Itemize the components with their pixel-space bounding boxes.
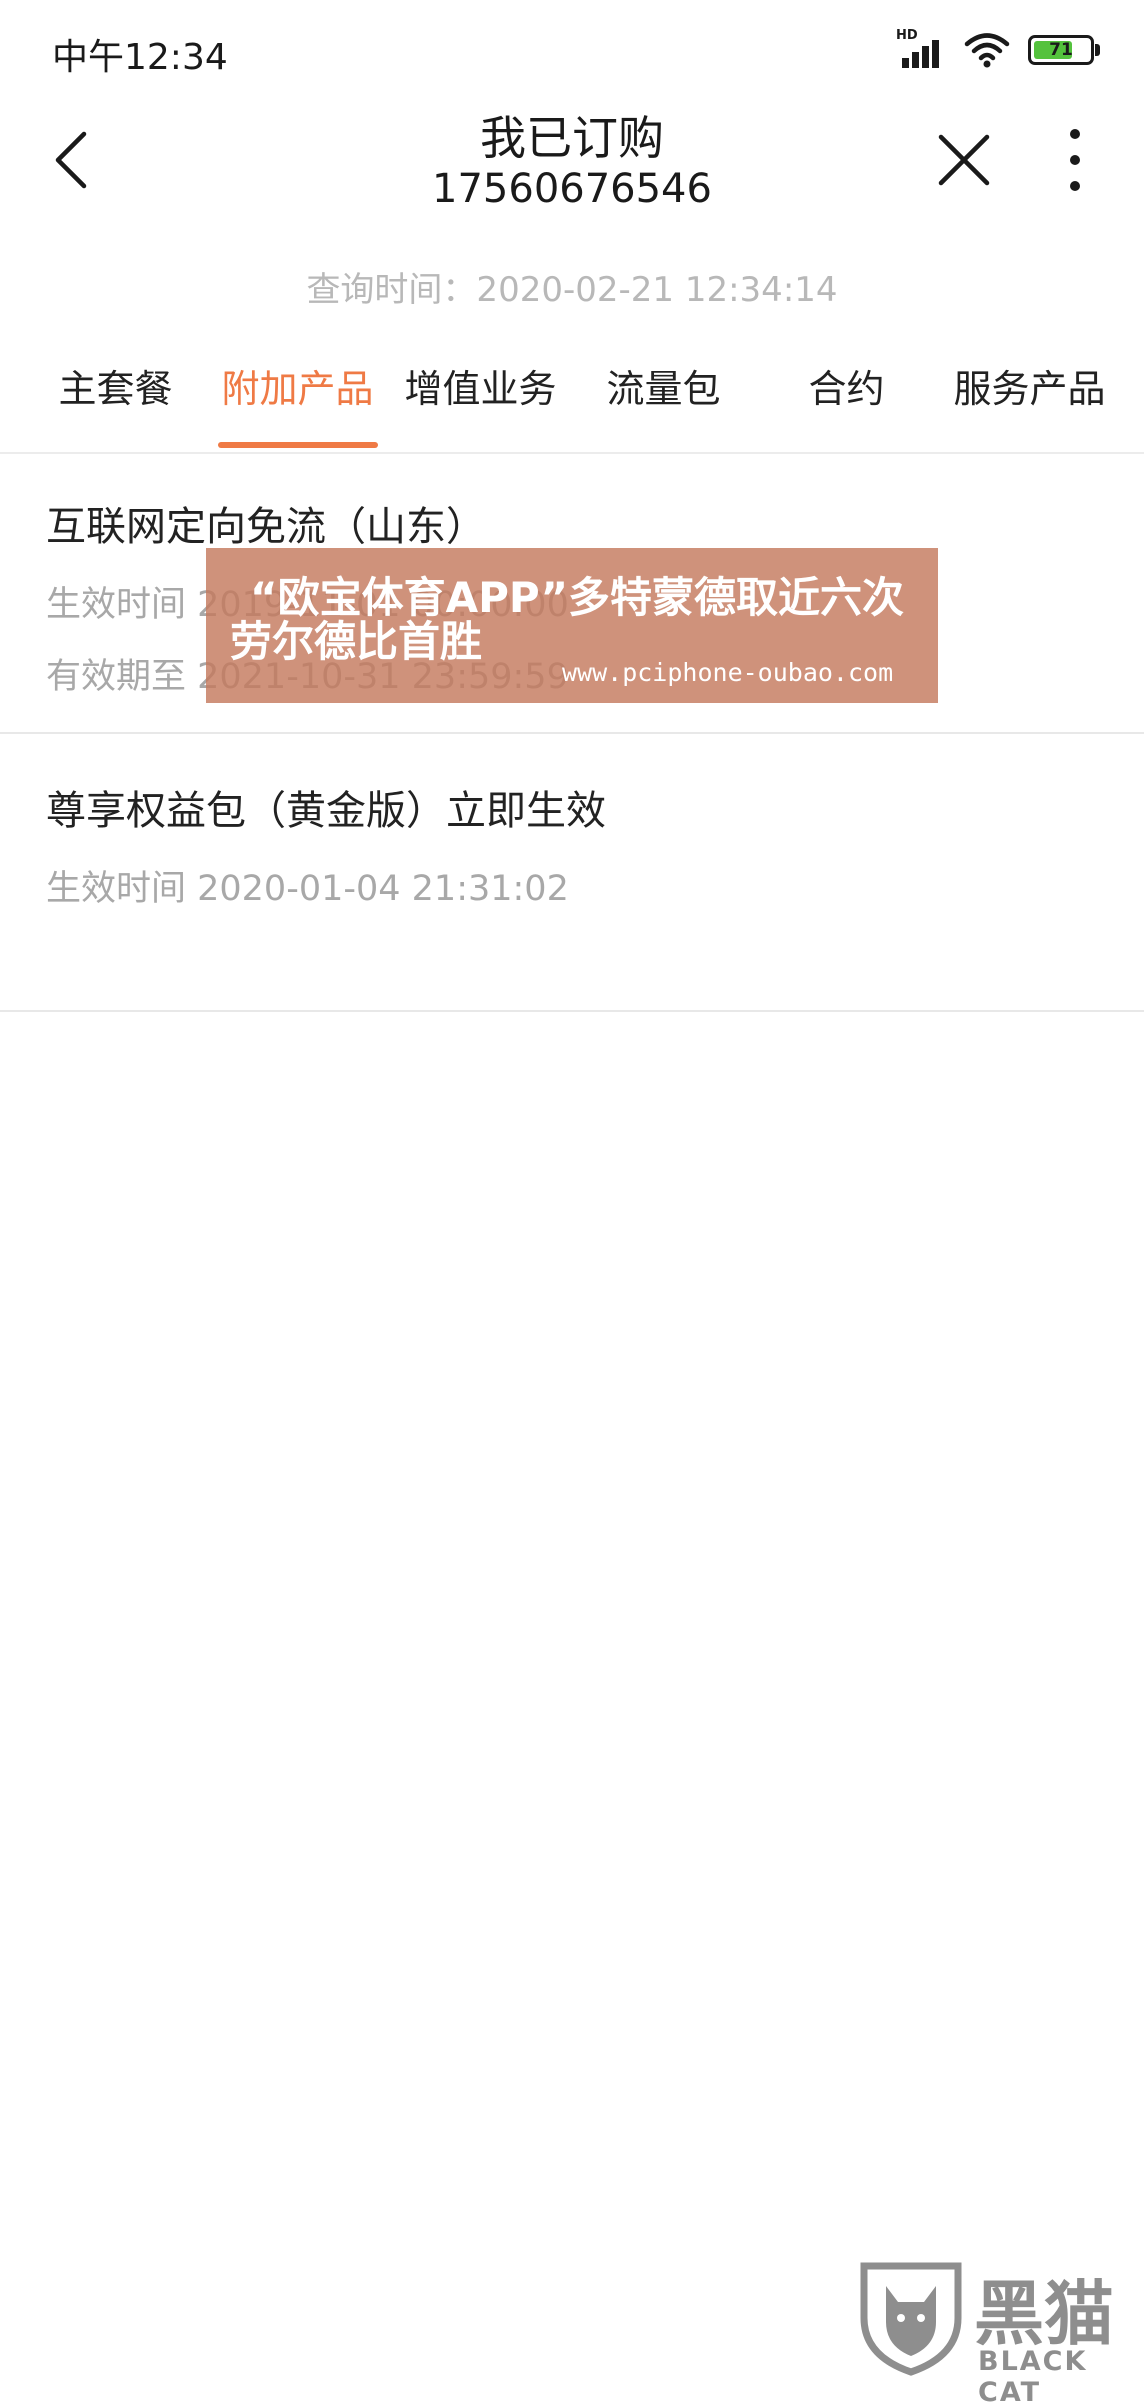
tab-contracts[interactable]: 合约: [755, 330, 938, 450]
item-title: 互联网定向免流（山东）: [46, 504, 486, 550]
battery-level: 71: [1049, 40, 1073, 60]
tab-value-added-services[interactable]: 增值业务: [389, 330, 572, 450]
black-cat-watermark: 黑猫 BLACK CAT: [850, 2256, 1140, 2408]
tab-label: 合约: [808, 367, 885, 411]
more-vertical-icon: [1070, 129, 1080, 191]
cat-shield-icon: [860, 2262, 962, 2376]
tab-service-products[interactable]: 服务产品: [938, 330, 1121, 450]
watermark-cn: 黑猫: [974, 2273, 1114, 2355]
wifi-icon: [964, 33, 1010, 68]
tab-main-plan[interactable]: 主套餐: [24, 330, 207, 450]
list-divider: [0, 1010, 1144, 1012]
ad-url: www.pciphone-oubao.com: [562, 658, 894, 687]
close-icon: [938, 134, 990, 186]
ad-subheadline: 劳尔德比首胜: [230, 617, 483, 666]
battery-icon: 71: [1028, 35, 1094, 65]
header: 我已订购 17560676546: [0, 100, 1144, 240]
item-title: 尊享权益包（黄金版）立即生效: [46, 788, 606, 834]
tab-add-on-products[interactable]: 附加产品: [206, 330, 389, 450]
tab-data-packs[interactable]: 流量包: [572, 330, 755, 450]
overlay-ad-banner[interactable]: “欧宝体育APP”多特蒙德取近六次 劳尔德比首胜 www.pciphone-ou…: [206, 548, 938, 703]
tab-label: 增值业务: [404, 367, 557, 411]
tab-label: 主套餐: [58, 367, 173, 411]
status-icons: HD 71: [896, 28, 1100, 70]
tab-label: 服务产品: [953, 367, 1106, 411]
active-tab-indicator: [218, 442, 378, 448]
tab-label: 附加产品: [221, 367, 374, 411]
tab-bar: 主套餐 附加产品 增值业务 流量包 合约 服务产品: [0, 330, 1144, 450]
status-time: 中午12:34: [52, 37, 228, 78]
watermark-en: BLACK CAT: [978, 2346, 1088, 2408]
signal-icon: HD: [896, 28, 946, 70]
more-button[interactable]: [1040, 120, 1110, 200]
query-time: 查询时间：2020-02-21 12:34:14: [306, 270, 838, 310]
tab-label: 流量包: [606, 367, 721, 411]
item-effective-time: 生效时间 2020-01-04 21:31:02: [46, 869, 569, 909]
list-item[interactable]: 尊享权益包（黄金版）立即生效 生效时间 2020-01-04 21:31:02: [0, 734, 1144, 1012]
status-bar: 中午12:34 HD 71: [0, 0, 1144, 100]
close-button[interactable]: [924, 120, 1004, 200]
